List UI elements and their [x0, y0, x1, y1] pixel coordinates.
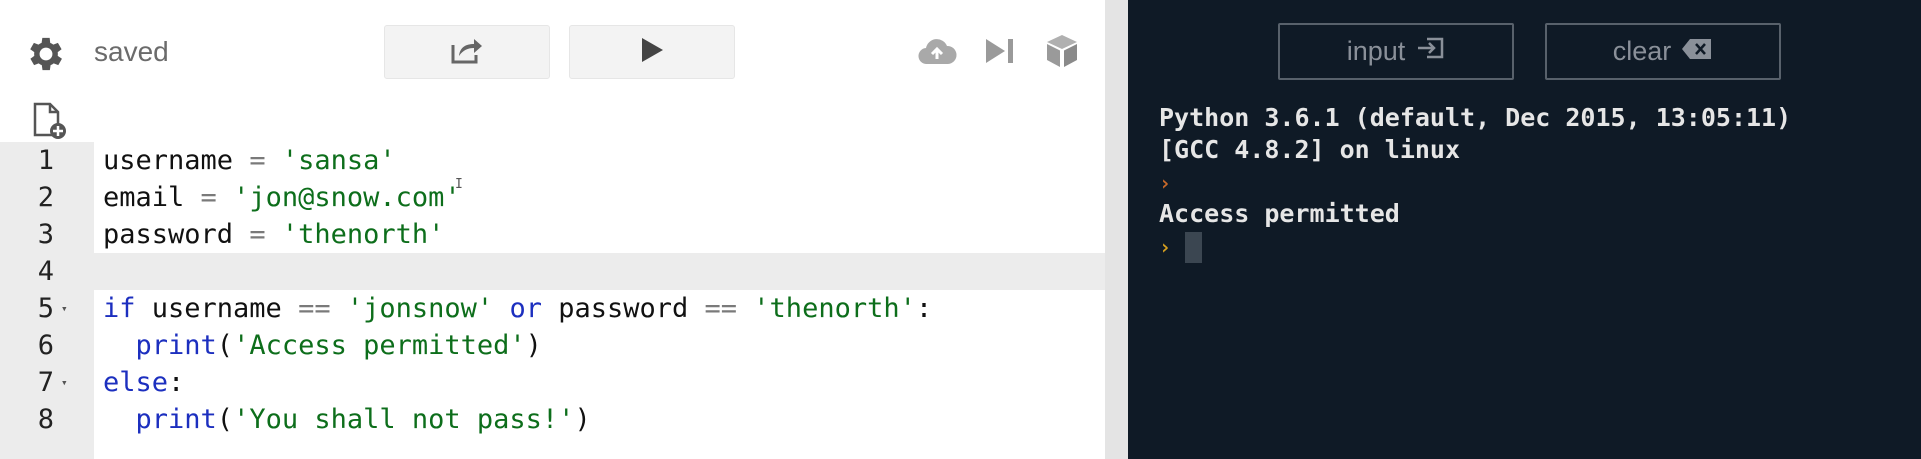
gear-icon[interactable]: [24, 32, 68, 76]
code-text: print('Access permitted'): [103, 327, 542, 364]
line-number: 1: [37, 145, 54, 176]
prompt-icon: ›: [1159, 171, 1172, 195]
code-token: :: [915, 293, 933, 324]
code-token: or: [509, 293, 542, 324]
code-token: ==: [704, 293, 738, 324]
code-line[interactable]: 7 ▾ else:: [0, 364, 1105, 401]
line-number: 4: [37, 256, 54, 287]
cloud-upload-icon[interactable]: [915, 32, 959, 70]
code-line[interactable]: 8 print('You shall not pass!'): [0, 401, 1105, 438]
code-token: email: [103, 182, 201, 213]
share-icon: [450, 35, 484, 70]
code-token: print: [135, 330, 217, 361]
code-token: =: [249, 145, 266, 176]
code-line[interactable]: 5 ▾ if username == 'jonsnow' or password =…: [0, 290, 1105, 327]
package-icon[interactable]: [1040, 32, 1084, 70]
code-text: if username == 'jonsnow' or password == …: [103, 290, 932, 327]
code-token: ): [574, 404, 591, 435]
console-line: Python 3.6.1 (default, Dec 2015, 13:05:1…: [1159, 103, 1792, 132]
code-line[interactable]: 4: [0, 253, 1105, 290]
prompt-icon: ›: [1159, 235, 1172, 259]
console-pane: input clear Python 3.6.1 (default, Dec 2…: [1128, 0, 1921, 459]
code-line[interactable]: 3 password = 'thenorth': [0, 216, 1105, 253]
code-token: 'Access permitted': [233, 330, 526, 361]
step-forward-icon[interactable]: [978, 32, 1022, 70]
share-button[interactable]: [384, 25, 550, 79]
console-input-line[interactable]: ›: [1159, 230, 1791, 263]
line-number: 8: [37, 404, 54, 435]
code-token: =: [200, 182, 217, 213]
run-button[interactable]: [569, 25, 735, 79]
console-line: [GCC 4.8.2] on linux: [1159, 135, 1461, 164]
code-token: ==: [298, 293, 331, 324]
code-token: else: [103, 367, 169, 398]
console-prompt-line: ›: [1159, 166, 1791, 198]
fold-toggle-icon[interactable]: ▾: [61, 290, 68, 327]
code-token: 'thenorth': [281, 219, 445, 250]
code-token: (: [216, 330, 234, 361]
code-token: username: [103, 145, 250, 176]
editor-pane: saved 1 username = 'sansa' 2 email = 'jo…: [0, 0, 1105, 459]
text-cursor-icon: I: [455, 177, 463, 192]
code-token: 'jonsnow': [346, 293, 494, 324]
code-line[interactable]: 1 username = 'sansa': [0, 142, 1105, 179]
code-text: email = 'jon@snow.com': [103, 179, 461, 216]
console-output: Python 3.6.1 (default, Dec 2015, 13:05:1…: [1159, 102, 1792, 263]
code-token: (: [216, 404, 234, 435]
line-number: 7: [37, 367, 54, 398]
code-text: else:: [103, 364, 184, 401]
code-token: password: [541, 293, 705, 324]
line-number: 6: [37, 330, 54, 361]
code-text: username = 'sansa': [103, 142, 396, 179]
code-token: if: [103, 293, 136, 324]
code-token: password: [103, 219, 250, 250]
code-token: print: [135, 404, 217, 435]
code-text: password = 'thenorth': [103, 216, 444, 253]
code-token: 'sansa': [281, 145, 396, 176]
code-token: :: [168, 367, 185, 398]
clear-button[interactable]: clear: [1545, 23, 1781, 80]
console-caret[interactable]: [1185, 231, 1203, 263]
input-button-label: input: [1346, 36, 1406, 66]
fold-toggle-icon[interactable]: ▾: [61, 364, 68, 401]
save-status: saved: [94, 36, 169, 67]
console-line: Access permitted: [1159, 199, 1400, 228]
code-token: 'jon@snow.com': [233, 182, 461, 213]
input-icon: [1415, 36, 1445, 67]
code-token: =: [249, 219, 266, 250]
code-token: 'thenorth': [753, 293, 916, 324]
code-text: print('You shall not pass!'): [103, 401, 591, 438]
code-line[interactable]: 2 email = 'jon@snow.com': [0, 179, 1105, 216]
editor-toolbar: saved: [0, 0, 1105, 139]
line-number: 2: [37, 182, 54, 213]
line-number: 5: [37, 293, 54, 324]
code-token: ): [525, 330, 542, 361]
input-button[interactable]: input: [1278, 23, 1514, 80]
play-icon: [639, 36, 665, 69]
code-token: username: [135, 293, 299, 324]
clear-button-label: clear: [1612, 36, 1672, 66]
new-file-icon[interactable]: [32, 102, 68, 140]
line-number: 3: [37, 219, 54, 250]
pane-resize-handle[interactable]: [1105, 0, 1128, 459]
code-token: 'You shall not pass!': [233, 404, 575, 435]
backspace-icon: [1681, 36, 1713, 67]
code-line[interactable]: 6 print('Access permitted'): [0, 327, 1105, 364]
code-editor[interactable]: 1 username = 'sansa' 2 email = 'jon@snow.co…: [0, 142, 1105, 459]
